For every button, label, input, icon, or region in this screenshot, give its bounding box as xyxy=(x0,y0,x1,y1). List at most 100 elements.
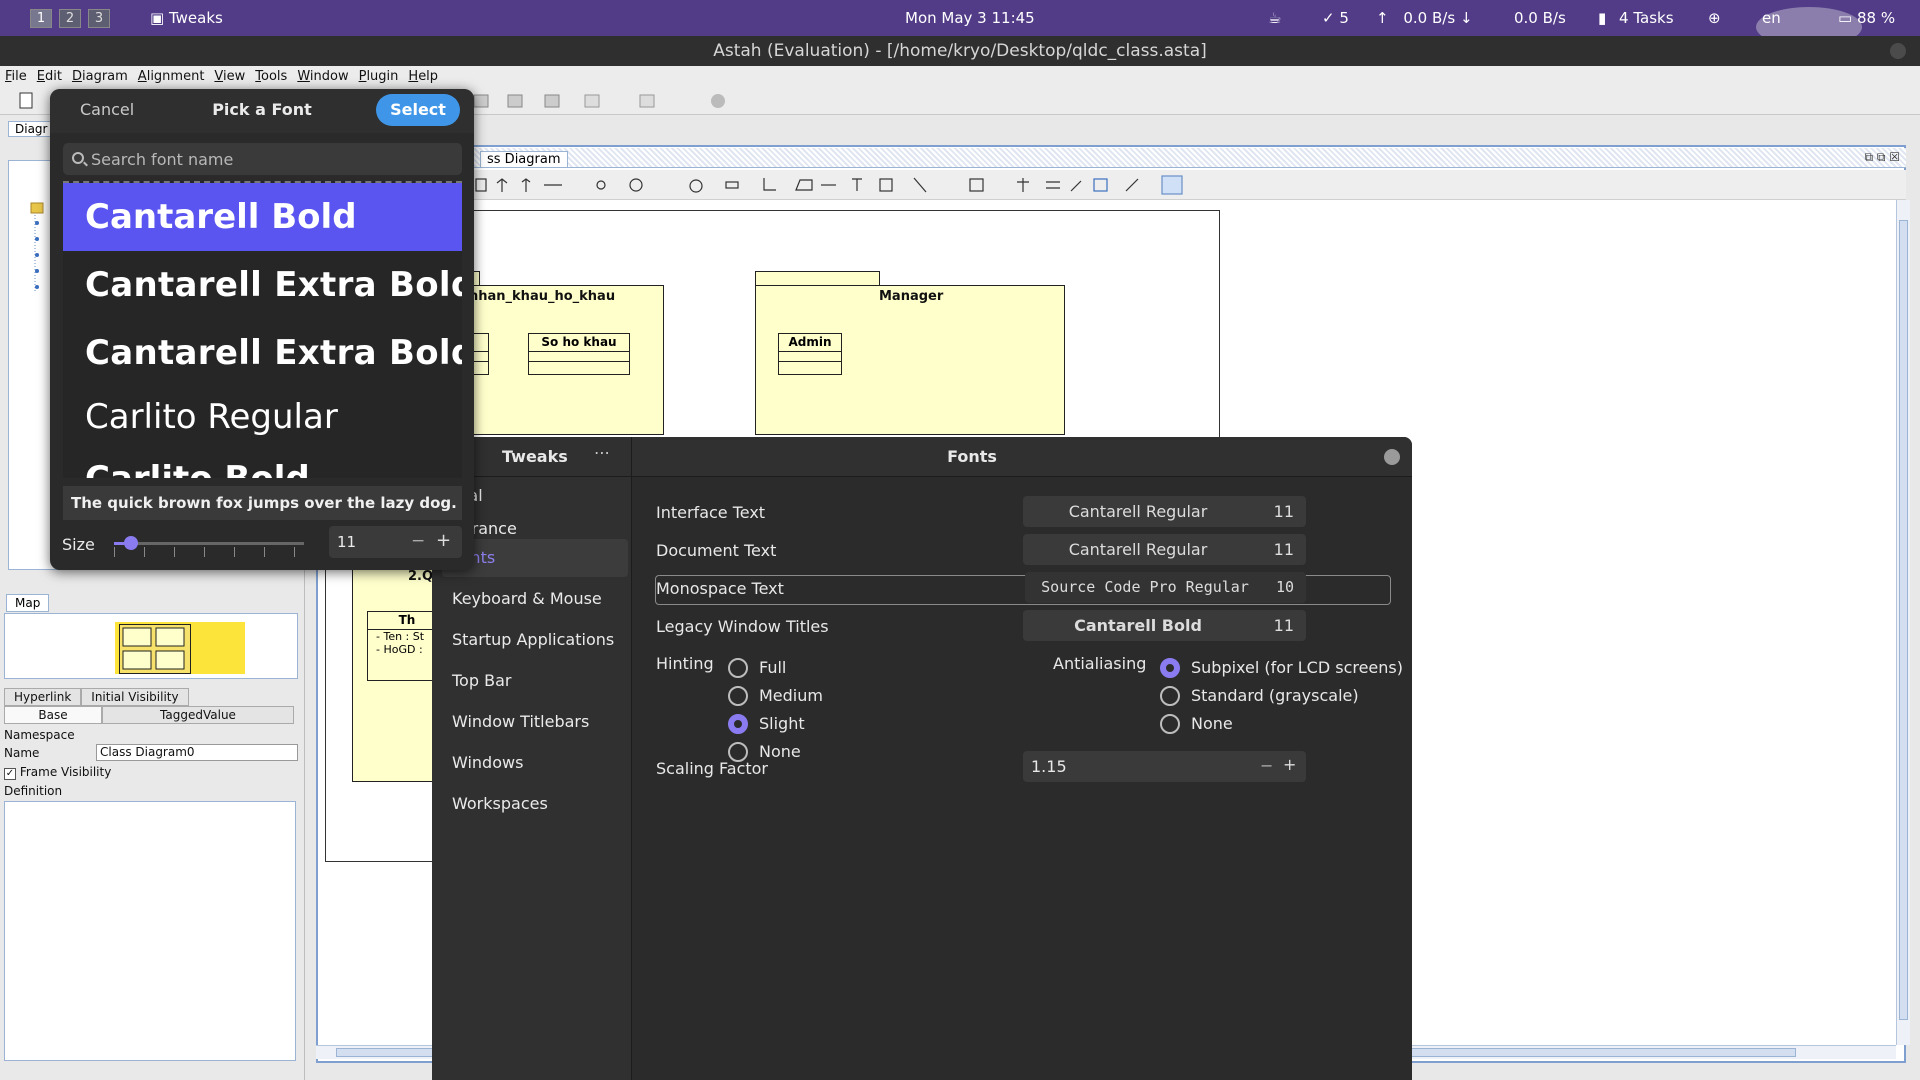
menu-tools[interactable]: Tools xyxy=(250,66,292,84)
class-so-ho-khau[interactable]: So ho khau xyxy=(528,333,630,375)
size-value[interactable]: 11 xyxy=(337,533,356,551)
astah-titlebar[interactable]: Astah (Evaluation) - [/home/kryo/Desktop… xyxy=(0,36,1920,66)
hinting-slight-radio[interactable] xyxy=(728,714,748,734)
size-decrease-button[interactable]: − xyxy=(411,531,425,551)
menu-window[interactable]: Window xyxy=(292,66,353,84)
net-upload[interactable]: ↑ 0.0 B/s ↓ xyxy=(1376,9,1473,27)
sidebar-item-window-titlebars[interactable]: Window Titlebars xyxy=(442,703,628,741)
tweaks-headerbar[interactable]: Tweaks ⋯ Fonts xyxy=(432,437,1412,477)
hinting-slight-label[interactable]: Slight xyxy=(759,714,805,733)
workspace-1-button[interactable]: 1 xyxy=(30,9,52,28)
antialiasing-subpixel-label[interactable]: Subpixel (for LCD screens) xyxy=(1191,658,1403,677)
vertical-scroll-thumb[interactable] xyxy=(1899,220,1908,1020)
fonts-settings-panel: Interface Text Cantarell Regular 11 Docu… xyxy=(633,477,1412,1080)
frame-visibility-checkbox[interactable]: ✓ xyxy=(4,768,16,780)
map-viewport[interactable] xyxy=(119,624,191,674)
tab-class-diagram[interactable]: ss Diagram xyxy=(480,151,568,168)
menu-edit[interactable]: Edit xyxy=(32,66,67,84)
updates-count: 5 xyxy=(1339,9,1349,27)
tab-diagram-structure[interactable]: Diagr xyxy=(8,121,55,137)
menu-view[interactable]: View xyxy=(209,66,250,84)
active-app-indicator[interactable]: ▣ Tweaks xyxy=(150,9,223,27)
definition-label: Definition xyxy=(4,784,63,798)
menu-plugin[interactable]: Plugin xyxy=(354,66,404,84)
cancel-button[interactable]: Cancel xyxy=(80,100,134,119)
accessibility-icon[interactable]: ⊕ xyxy=(1708,9,1721,27)
hinting-medium-label[interactable]: Medium xyxy=(759,686,823,705)
astah-close-button[interactable] xyxy=(1890,43,1906,59)
tweaks-close-button[interactable] xyxy=(1384,449,1400,465)
size-spinbutton[interactable]: 11 − + xyxy=(329,526,462,558)
legacy-titles-font-button[interactable]: Cantarell Bold 11 xyxy=(1023,610,1306,641)
size-increase-button[interactable]: + xyxy=(436,530,451,551)
antialiasing-none-radio[interactable] xyxy=(1160,714,1180,734)
clock[interactable]: Mon May 3 11:45 xyxy=(905,9,1035,27)
tab-base[interactable]: Base xyxy=(4,706,102,724)
class-name: Admin xyxy=(779,334,841,352)
scaling-factor-value[interactable]: 1.15 xyxy=(1031,757,1067,776)
scaling-increase-button[interactable]: + xyxy=(1283,755,1296,774)
document-font-button[interactable]: Cantarell Regular 11 xyxy=(1023,534,1306,565)
menu-file[interactable]: File xyxy=(0,66,32,84)
scaling-factor-spinbutton[interactable]: 1.15 − + xyxy=(1023,751,1306,782)
font-preview-text[interactable]: The quick brown fox jumps over the lazy … xyxy=(63,486,462,520)
workspace-3-button[interactable]: 3 xyxy=(88,9,110,28)
map-overview[interactable] xyxy=(4,613,298,679)
menu-help[interactable]: Help xyxy=(403,66,443,84)
size-slider-knob[interactable] xyxy=(123,536,138,550)
font-list[interactable]: Cantarell Bold Cantarell Extra Bold Cant… xyxy=(63,181,462,478)
antialiasing-subpixel-radio[interactable] xyxy=(1160,658,1180,678)
tab-tagged-value[interactable]: TaggedValue xyxy=(102,706,294,724)
class-admin[interactable]: Admin xyxy=(778,333,842,375)
font-list-item-cantarell-extra-bold-2[interactable]: Cantarell Extra Bold xyxy=(63,319,462,387)
tab-initial-visibility[interactable]: Initial Visibility xyxy=(81,688,189,706)
frame-visibility-row[interactable]: ✓ Frame Visibility xyxy=(4,765,111,780)
font-list-item-cantarell-bold[interactable]: Cantarell Bold xyxy=(63,183,462,251)
updates-indicator[interactable]: ✓ 5 xyxy=(1322,9,1349,27)
name-input[interactable]: Class Diagram0 xyxy=(96,744,298,761)
sidebar-item-top-bar[interactable]: Top Bar xyxy=(442,662,628,700)
size-slider[interactable] xyxy=(114,536,304,550)
select-button[interactable]: Select xyxy=(376,94,460,126)
package-manager[interactable]: Manager Admin xyxy=(755,285,1065,435)
battery-level: 88 % xyxy=(1856,9,1896,27)
tree-nodes[interactable] xyxy=(11,201,51,341)
hinting-medium-radio[interactable] xyxy=(728,686,748,706)
definition-textarea[interactable] xyxy=(4,801,296,1061)
interface-text-label: Interface Text xyxy=(656,503,766,522)
antialiasing-standard-radio[interactable] xyxy=(1160,686,1180,706)
font-list-item-carlito-bold[interactable]: Carlito Bold xyxy=(63,445,462,478)
font-list-item-cantarell-extra-bold[interactable]: Cantarell Extra Bold xyxy=(63,251,462,319)
package-2q[interactable]: 2.Q Th - Ten : St - HoGD : xyxy=(352,560,447,782)
tweaks-window: Tweaks ⋯ Fonts eral earance Fonts Keyboa… xyxy=(432,437,1412,1080)
namespace-label: Namespace xyxy=(4,728,75,742)
diagram-vertical-scrollbar[interactable] xyxy=(1896,200,1910,1045)
battery-indicator[interactable]: ▭ 88 % xyxy=(1838,9,1895,27)
coffee-icon[interactable]: ☕ xyxy=(1268,9,1281,27)
font-search-input[interactable]: Search font name xyxy=(63,143,462,175)
antialiasing-standard-label[interactable]: Standard (grayscale) xyxy=(1191,686,1359,705)
monospace-font-button[interactable]: Source Code Pro Regular 10 xyxy=(1025,572,1306,603)
sidebar-item-windows[interactable]: Windows xyxy=(442,744,628,782)
sidebar-item-startup-applications[interactable]: Startup Applications xyxy=(442,621,628,659)
scaling-decrease-button[interactable]: − xyxy=(1260,756,1273,775)
hinting-full-label[interactable]: Full xyxy=(759,658,786,677)
diagram-window-controls[interactable]: ⧉ ⧉ ☒ xyxy=(1864,150,1900,165)
tasks-indicator[interactable]: ▮ 4 Tasks xyxy=(1598,9,1674,27)
language-indicator[interactable]: en xyxy=(1762,9,1781,27)
workspace-2-button[interactable]: 2 xyxy=(59,9,81,28)
net-down-value[interactable]: 0.0 B/s xyxy=(1514,9,1566,27)
hinting-full-radio[interactable] xyxy=(728,658,748,678)
interface-font-button[interactable]: Cantarell Regular 11 xyxy=(1023,496,1306,527)
menu-diagram[interactable]: Diagram xyxy=(67,66,133,84)
tab-map[interactable]: Map xyxy=(6,594,50,612)
sidebar-item-keyboard-mouse[interactable]: Keyboard & Mouse xyxy=(442,580,628,618)
sidebar-item-workspaces[interactable]: Workspaces xyxy=(442,785,628,823)
font-list-item-carlito-regular[interactable]: Carlito Regular xyxy=(63,383,462,451)
menu-alignment[interactable]: Alignment xyxy=(133,66,210,84)
tab-hyperlink[interactable]: Hyperlink xyxy=(4,688,82,706)
antialiasing-none-label[interactable]: None xyxy=(1191,714,1233,733)
tweaks-menu-button[interactable]: ⋯ xyxy=(594,443,610,462)
map-thumbnail[interactable] xyxy=(115,622,245,674)
legacy-window-titles-label: Legacy Window Titles xyxy=(656,617,829,636)
